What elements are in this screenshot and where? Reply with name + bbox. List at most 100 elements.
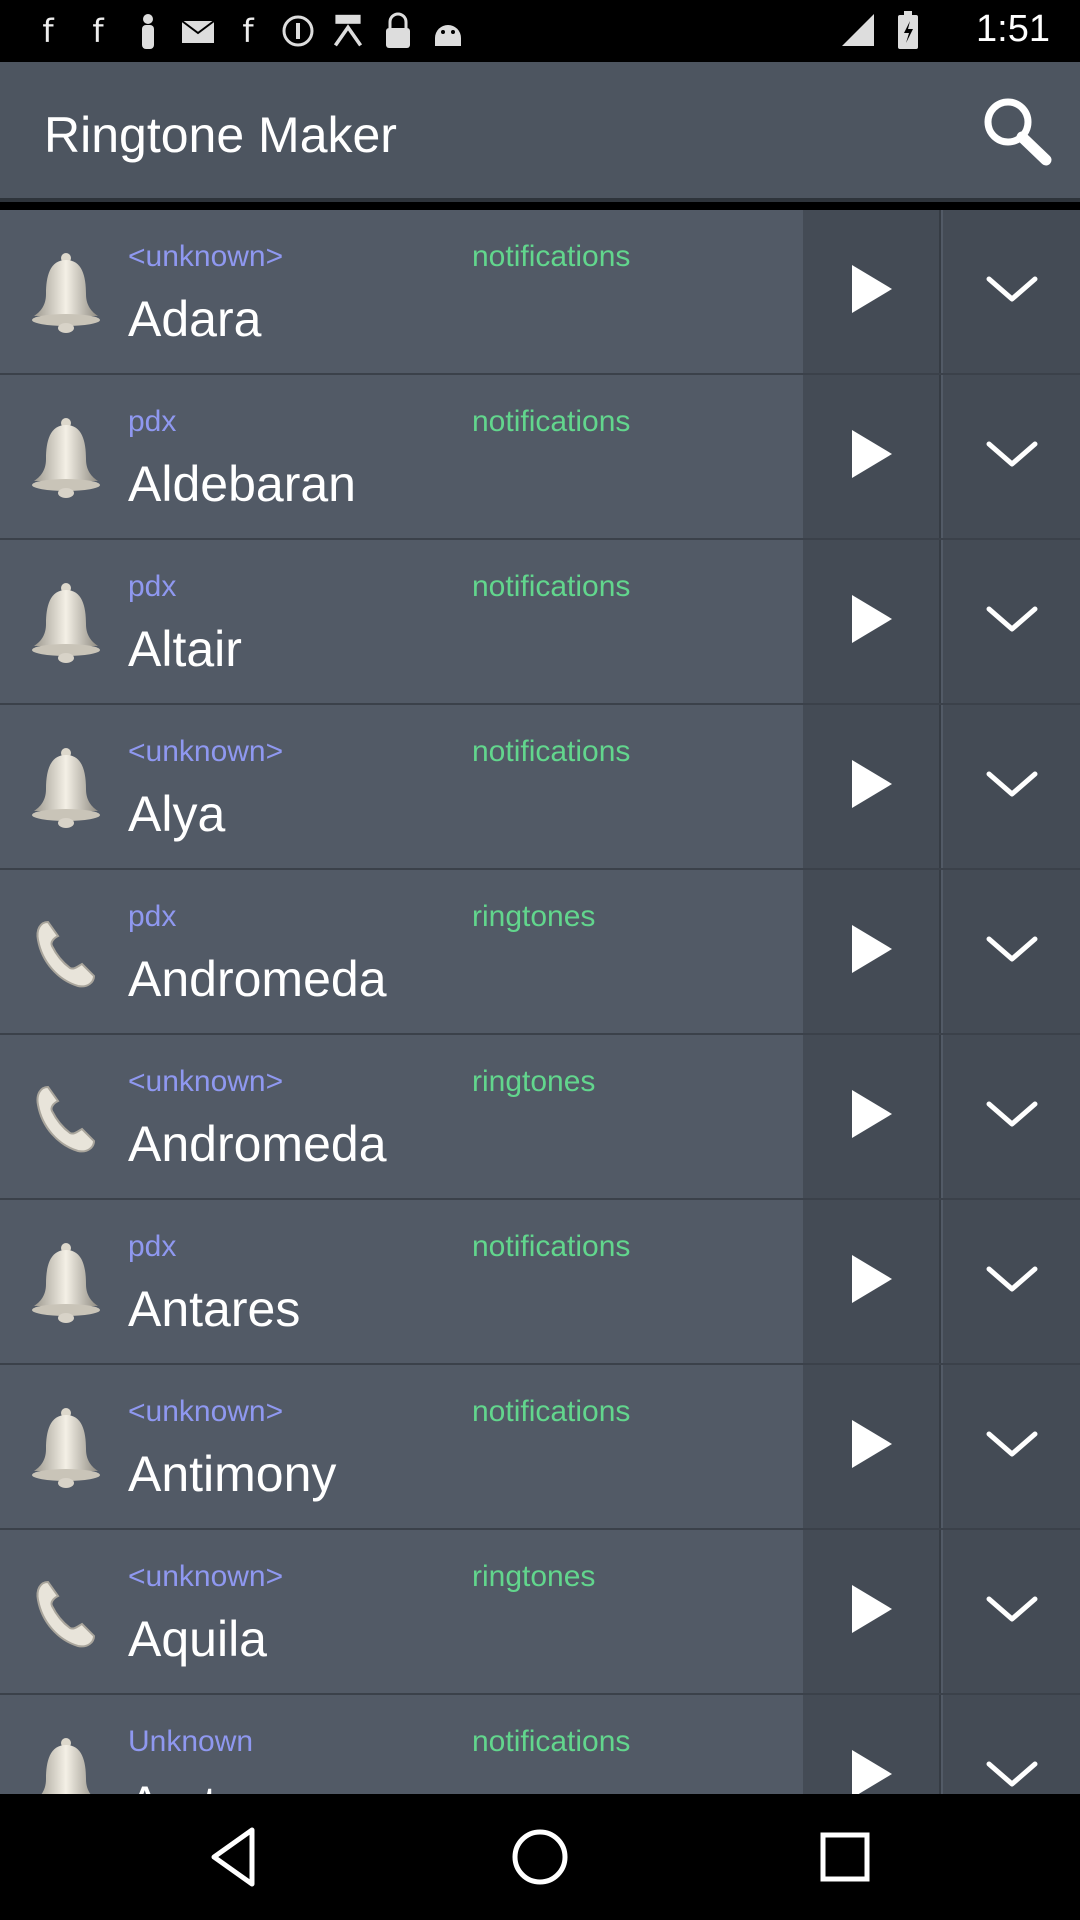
options-button[interactable] xyxy=(943,1530,1080,1693)
list-item[interactable]: <unknown> notifications Adara xyxy=(0,210,1080,375)
play-button[interactable] xyxy=(803,1365,941,1528)
play-button[interactable] xyxy=(803,540,941,703)
list-item[interactable]: <unknown> ringtones Andromeda xyxy=(0,1035,1080,1200)
list-item[interactable]: pdx notifications Antares xyxy=(0,1200,1080,1365)
android-icon xyxy=(430,11,466,51)
list-item[interactable]: <unknown> ringtones Aquila xyxy=(0,1530,1080,1695)
bell-icon xyxy=(28,1405,104,1491)
play-button[interactable] xyxy=(803,1695,941,1794)
play-icon xyxy=(846,1086,896,1147)
ringtone-title: Altair xyxy=(128,621,242,677)
facebook-icon: f xyxy=(242,12,254,50)
options-button[interactable] xyxy=(943,1200,1080,1363)
list-item[interactable]: Unknown notifications Arcturus xyxy=(0,1695,1080,1794)
bell-icon xyxy=(28,415,104,501)
list-item[interactable]: pdx ringtones Andromeda xyxy=(0,870,1080,1035)
home-icon xyxy=(512,1829,568,1885)
category-label: notifications xyxy=(472,1725,631,1758)
list-item[interactable]: pdx notifications Altair xyxy=(0,540,1080,705)
play-button[interactable] xyxy=(803,1200,941,1363)
chevron-down-icon xyxy=(984,273,1040,310)
chevron-down-icon xyxy=(984,1758,1040,1794)
app-bar: Ringtone Maker xyxy=(0,62,1080,202)
artist-label: pdx xyxy=(128,1230,177,1263)
play-icon xyxy=(846,1251,896,1312)
play-button[interactable] xyxy=(803,1035,941,1198)
ringtone-title: Adara xyxy=(128,291,262,347)
category-label: notifications xyxy=(472,1395,631,1428)
bell-icon xyxy=(28,580,104,666)
play-icon xyxy=(846,1581,896,1642)
category-label: ringtones xyxy=(472,1560,596,1593)
chevron-down-icon xyxy=(984,603,1040,640)
status-bar: f f f 1:51 xyxy=(0,0,1080,62)
artist-label: Unknown xyxy=(128,1725,254,1758)
facebook-icon: f xyxy=(42,12,54,50)
phone-icon xyxy=(28,910,104,996)
clock: 1:51 xyxy=(976,8,1050,50)
list-item[interactable]: <unknown> notifications Alya xyxy=(0,705,1080,870)
recents-button[interactable] xyxy=(810,1822,880,1892)
fake-gps-icon xyxy=(330,11,366,51)
lock-icon xyxy=(380,11,416,51)
bell-icon xyxy=(28,1735,104,1794)
artist-label: <unknown> xyxy=(128,1395,284,1428)
options-button[interactable] xyxy=(943,1035,1080,1198)
ringtone-list[interactable]: <unknown> notifications Adara pdx notificati… xyxy=(0,210,1080,1794)
artist-label: pdx xyxy=(128,900,177,933)
chevron-down-icon xyxy=(984,933,1040,970)
notification-icons: f f f xyxy=(0,11,480,51)
play-button[interactable] xyxy=(803,210,941,373)
list-item[interactable]: pdx notifications Aldebaran xyxy=(0,375,1080,540)
list-item[interactable]: <unknown> notifications Antimony xyxy=(0,1365,1080,1530)
chevron-down-icon xyxy=(984,1263,1040,1300)
options-button[interactable] xyxy=(943,1695,1080,1794)
bell-icon xyxy=(28,1240,104,1326)
person-icon xyxy=(130,11,166,51)
play-icon xyxy=(846,426,896,487)
play-button[interactable] xyxy=(803,375,941,538)
category-label: ringtones xyxy=(472,1065,596,1098)
home-button[interactable] xyxy=(505,1822,575,1892)
phone-icon xyxy=(28,1570,104,1656)
options-button[interactable] xyxy=(943,705,1080,868)
facebook-icon: f xyxy=(92,12,104,50)
back-button[interactable] xyxy=(200,1822,270,1892)
chevron-down-icon xyxy=(984,1593,1040,1630)
battery-icon xyxy=(890,10,926,50)
artist-label: pdx xyxy=(128,405,177,438)
play-icon xyxy=(846,1746,896,1794)
ringtone-title: Arcturus xyxy=(128,1775,314,1794)
play-icon xyxy=(846,921,896,982)
artist-label: <unknown> xyxy=(128,735,284,768)
chevron-down-icon xyxy=(984,1428,1040,1465)
options-button[interactable] xyxy=(943,375,1080,538)
app-title: Ringtone Maker xyxy=(44,107,397,163)
recents-icon xyxy=(820,1832,870,1882)
play-icon xyxy=(846,1416,896,1477)
options-button[interactable] xyxy=(943,540,1080,703)
ringtone-title: Andromeda xyxy=(128,1116,387,1172)
chevron-down-icon xyxy=(984,438,1040,475)
options-button[interactable] xyxy=(943,1365,1080,1528)
artist-label: pdx xyxy=(128,570,177,603)
play-icon xyxy=(846,261,896,322)
artist-label: <unknown> xyxy=(128,1065,284,1098)
category-label: notifications xyxy=(472,240,631,273)
play-icon xyxy=(846,591,896,652)
info-icon xyxy=(280,11,316,51)
ringtone-title: Aquila xyxy=(128,1611,267,1667)
ringtone-title: Andromeda xyxy=(128,951,387,1007)
category-label: notifications xyxy=(472,735,631,768)
options-button[interactable] xyxy=(943,210,1080,373)
ringtone-title: Antares xyxy=(128,1281,301,1337)
mail-icon xyxy=(180,11,216,51)
bell-icon xyxy=(28,745,104,831)
signal-icon xyxy=(840,10,876,50)
play-button[interactable] xyxy=(803,1530,941,1693)
search-button[interactable] xyxy=(976,92,1056,172)
play-button[interactable] xyxy=(803,705,941,868)
play-button[interactable] xyxy=(803,870,941,1033)
category-label: notifications xyxy=(472,570,631,603)
options-button[interactable] xyxy=(943,870,1080,1033)
